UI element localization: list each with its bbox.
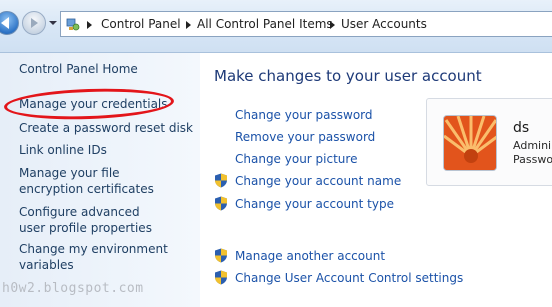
create-password-reset-disk-link[interactable]: Create a password reset disk [19,120,194,136]
main-content: Make changes to your user account Change… [200,53,552,307]
left-task-pane: Control Panel Home Manage your credentia… [0,53,200,307]
back-button[interactable] [0,11,19,35]
uac-shield-icon [215,248,227,263]
back-arrow-icon [1,17,9,29]
uac-shield-icon [215,196,227,211]
highlight-circle [3,86,175,122]
page-title: Make changes to your user account [214,67,482,85]
watermark: h0w2.blogspot.com [2,281,144,296]
breadcrumb-user-accounts[interactable]: User Accounts [341,17,427,31]
address-bar: Control Panel All Control Panel Items Us… [0,0,552,53]
manage-file-encryption-link[interactable]: Manage your file encryption certificates [19,165,179,197]
breadcrumb-all-items[interactable]: All Control Panel Items [197,17,333,31]
change-picture-link[interactable]: Change your picture [235,152,357,166]
recent-pages-chevron-icon[interactable] [49,21,57,25]
configure-advanced-profile-link[interactable]: Configure advanced user profile properti… [19,204,169,236]
forward-button[interactable] [22,11,46,35]
breadcrumb-separator-icon[interactable] [186,21,191,29]
control-panel-home-link[interactable]: Control Panel Home [19,61,194,77]
flower-picture-icon [444,116,496,170]
account-type-text: Admini [513,139,552,152]
change-environment-variables-link[interactable]: Change my environment variables [19,241,169,273]
control-panel-icon [66,18,80,31]
account-details: Admini Passwo [513,139,552,167]
user-account-card: ds Admini Passwo [426,98,552,186]
user-avatar[interactable] [443,115,497,171]
change-uac-settings-link[interactable]: Change User Account Control settings [235,271,463,285]
manage-another-account-link[interactable]: Manage another account [235,249,385,263]
account-password-status: Passwo [513,153,552,166]
change-account-type-link[interactable]: Change your account type [235,197,394,211]
address-path-box[interactable]: Control Panel All Control Panel Items Us… [60,11,552,37]
uac-shield-icon [215,270,227,285]
breadcrumb-separator-icon[interactable] [330,21,335,29]
account-name: ds [513,120,530,136]
change-account-name-link[interactable]: Change your account name [235,174,401,188]
uac-shield-icon [215,173,227,188]
link-online-ids-link[interactable]: Link online IDs [19,142,194,158]
forward-arrow-icon [31,18,38,28]
remove-password-link[interactable]: Remove your password [235,130,375,144]
breadcrumb-separator-icon[interactable] [87,21,92,29]
change-password-link[interactable]: Change your password [235,108,373,122]
breadcrumb-control-panel[interactable]: Control Panel [101,17,181,31]
